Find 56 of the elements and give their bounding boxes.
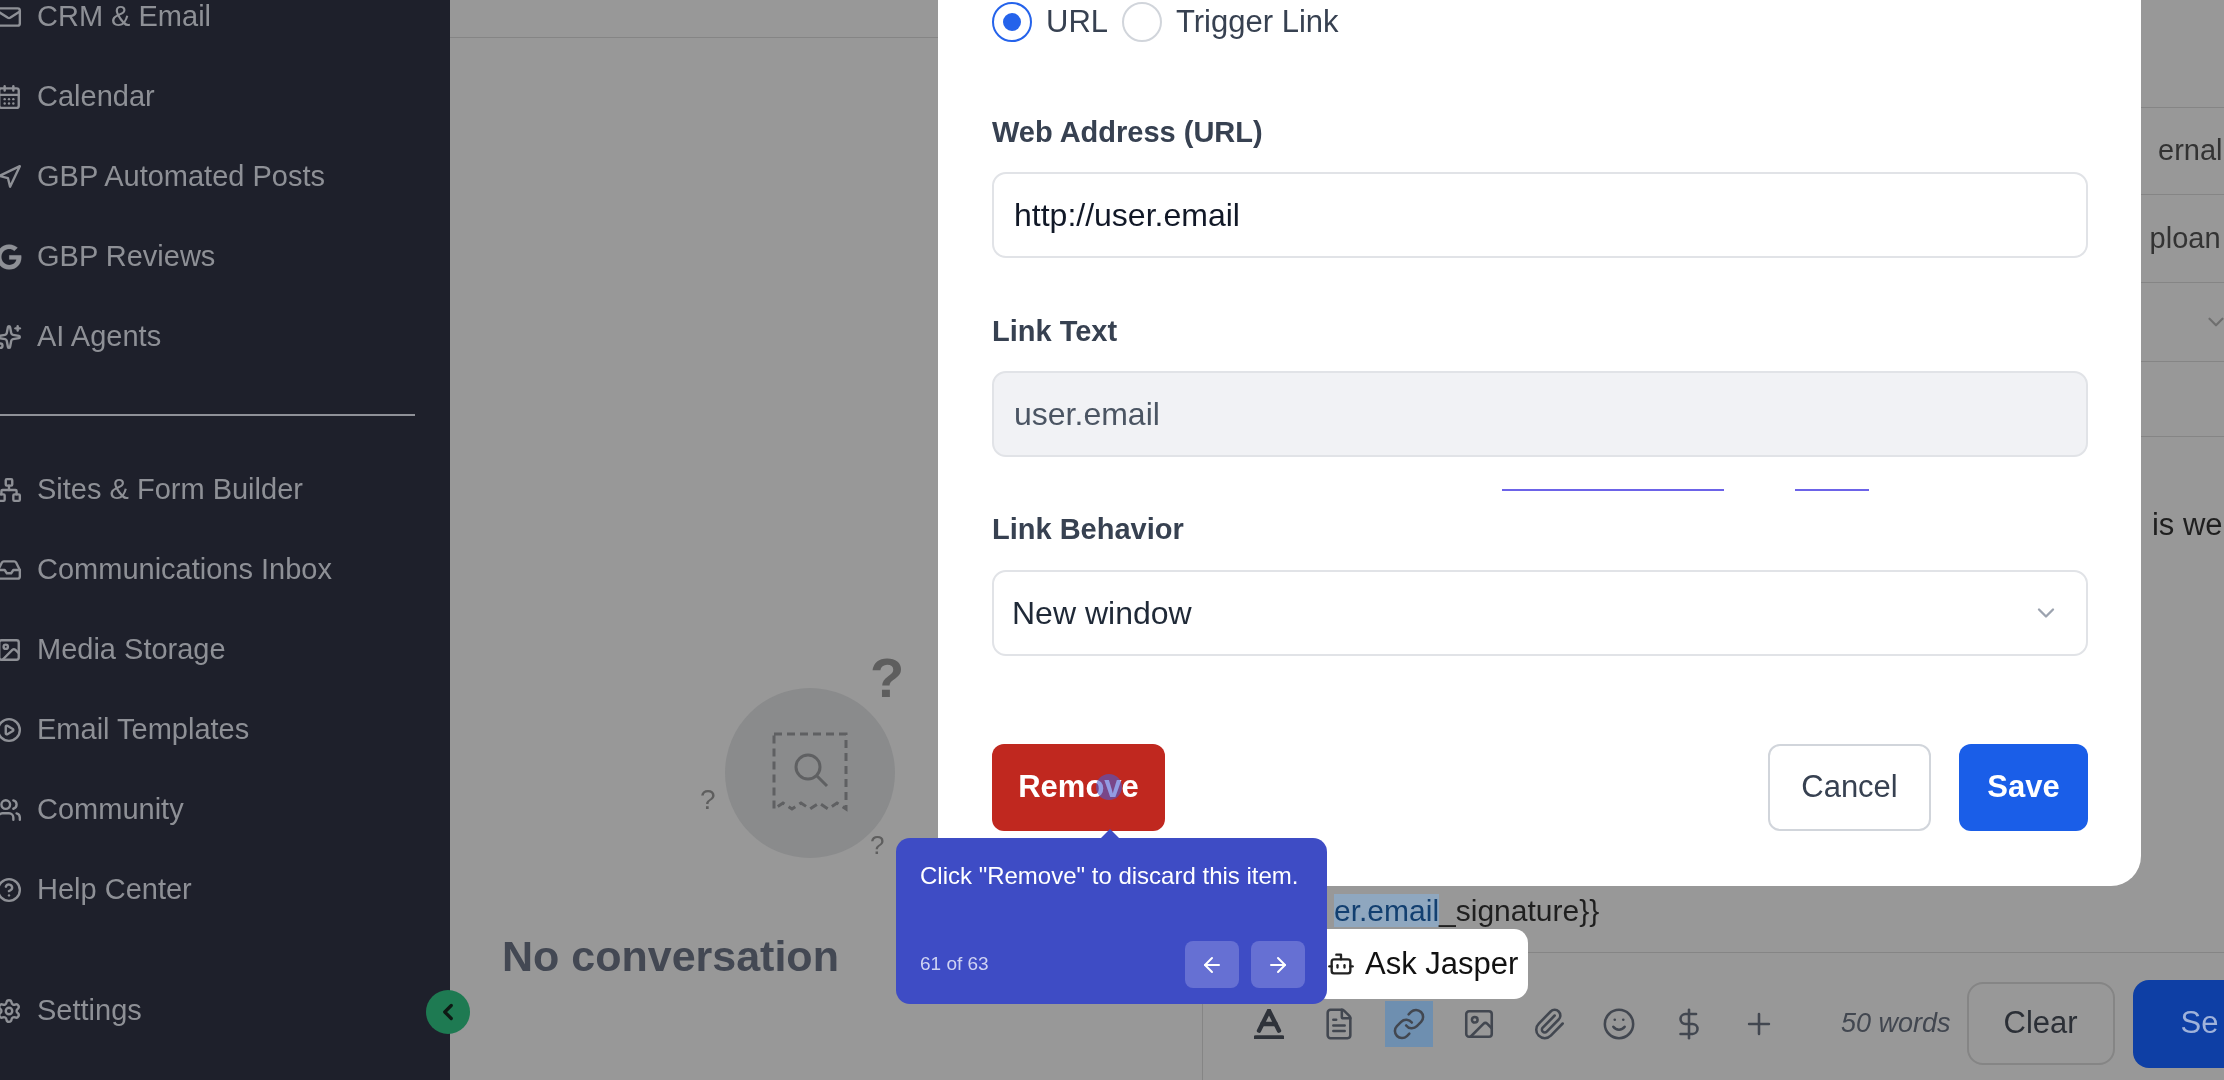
- save-button[interactable]: Save: [1959, 744, 2088, 831]
- sidebar-item[interactable]: GBP Automated Posts: [37, 155, 326, 199]
- people-icon: [0, 797, 22, 823]
- step-counter: 61 of 63: [920, 952, 989, 977]
- receipt-search-icon: [771, 731, 849, 815]
- settings-icon: [0, 998, 22, 1024]
- text-color-icon: [1254, 1008, 1284, 1039]
- letter-g-icon: [0, 244, 22, 270]
- radio-label: Trigger Link: [1176, 2, 1339, 41]
- sidebar-item[interactable]: Community: [37, 788, 184, 832]
- row-text: ernal: [2158, 133, 2223, 169]
- next-button[interactable]: [1251, 941, 1305, 988]
- paperclip-icon: [1532, 1006, 1566, 1041]
- sitemap-icon: [0, 477, 22, 503]
- calendar-icon: [0, 84, 22, 110]
- tooltip-text: Click "Remove" to discard this item.: [920, 861, 1300, 891]
- navigation-arrow-icon: [0, 164, 22, 190]
- clear-button[interactable]: Clear: [1966, 982, 2115, 1065]
- sidebar-item[interactable]: Communications Inbox: [37, 548, 332, 592]
- image-icon: [0, 637, 22, 663]
- field-label: Link Behavior: [992, 512, 1185, 547]
- question-mark: ?: [870, 650, 905, 706]
- link-icon: [1392, 1006, 1426, 1041]
- sparkle-icon: [0, 324, 22, 350]
- question-mark: ?: [700, 786, 716, 814]
- field-label: Web Address (URL): [992, 115, 1264, 150]
- sidebar-item[interactable]: Email Templates: [37, 708, 250, 752]
- radio-button[interactable]: [992, 2, 1032, 42]
- mail-icon: [0, 4, 22, 30]
- help-icon: [0, 877, 22, 903]
- text-field[interactable]: http://user.email: [992, 172, 2088, 258]
- collapse-sidebar-button[interactable]: [426, 990, 470, 1034]
- sidebar-item[interactable]: Settings: [37, 989, 142, 1033]
- sidebar-item[interactable]: CRM & Email: [37, 0, 211, 39]
- toolbar-button[interactable]: [1385, 1000, 1433, 1047]
- link-behavior-select[interactable]: New window: [992, 570, 2088, 656]
- inbox-icon: [0, 557, 22, 583]
- radio-label: URL: [1046, 2, 1108, 41]
- signature-text: er.email_signature}}: [1334, 892, 1600, 929]
- sidebar-item[interactable]: Media Storage: [37, 628, 226, 672]
- send-button[interactable]: Se: [2132, 979, 2224, 1068]
- smiley-icon: [1602, 1006, 1636, 1041]
- word-count: 50 words: [1841, 1007, 1951, 1041]
- sidebar-item[interactable]: Sites & Form Builder: [37, 468, 303, 512]
- sidebar-item[interactable]: GBP Reviews: [37, 235, 216, 279]
- cancel-button[interactable]: Cancel: [1768, 744, 1931, 831]
- message-text: is we: [2151, 505, 2223, 544]
- row-text: ploan: [2149, 220, 2221, 256]
- sidebar-item[interactable]: Help Center: [37, 868, 192, 912]
- previous-button[interactable]: [1185, 941, 1239, 988]
- question-mark: ?: [870, 832, 885, 858]
- remove-button[interactable]: Remove: [992, 744, 1165, 831]
- sidebar-item[interactable]: Calendar: [37, 75, 155, 119]
- empty-state-title: No conversation: [502, 932, 839, 980]
- sidebar-item[interactable]: AI Agents: [37, 315, 162, 359]
- field-label: Link Text: [992, 314, 1119, 349]
